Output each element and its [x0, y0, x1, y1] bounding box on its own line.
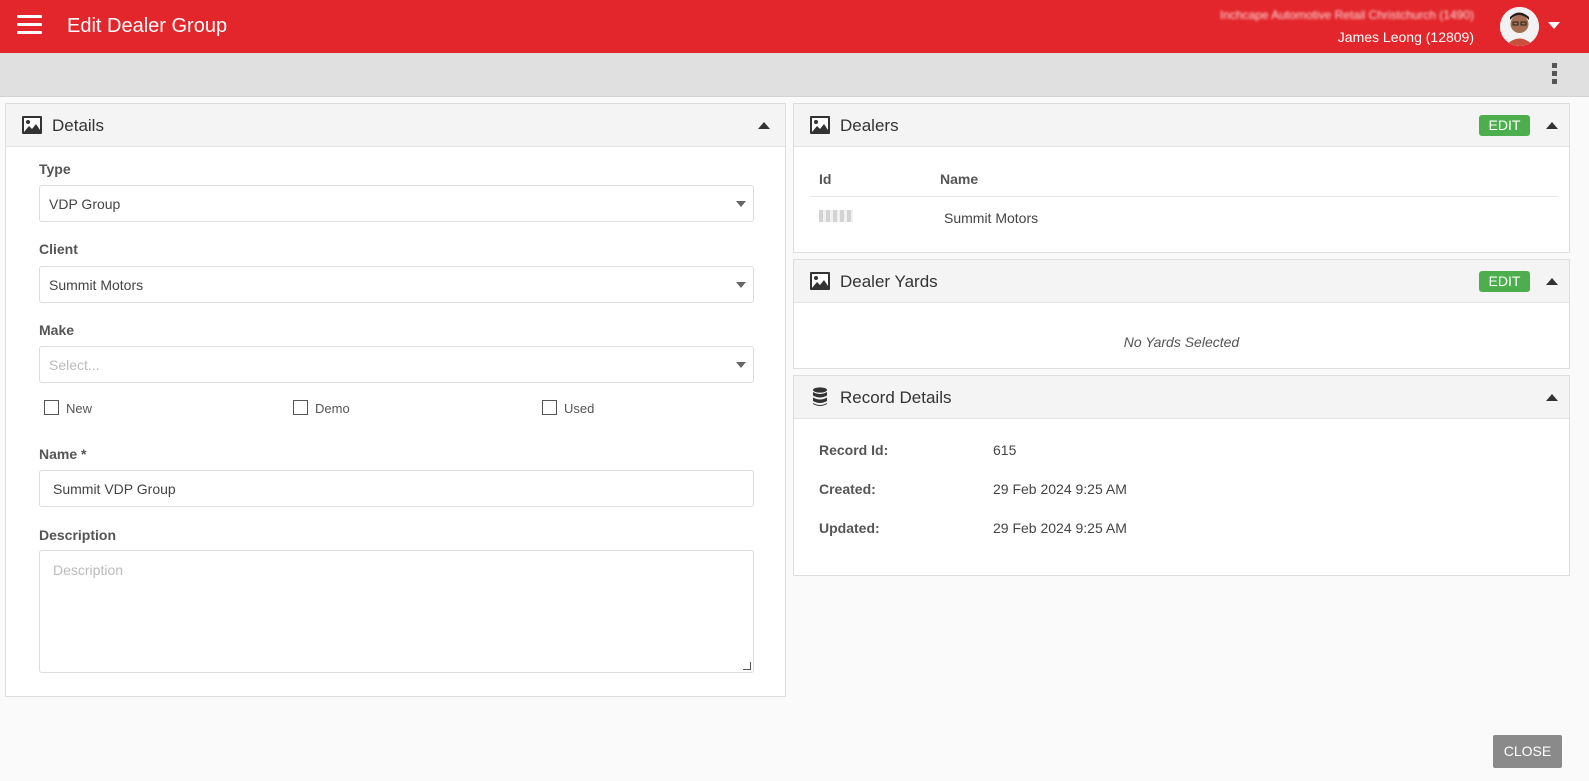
resize-handle[interactable]	[743, 662, 751, 670]
updated-value: 29 Feb 2024 9:25 AM	[993, 520, 1127, 536]
collapse-dealers-icon[interactable]	[1546, 122, 1558, 129]
checkbox-box[interactable]	[44, 400, 59, 415]
chevron-down-icon	[736, 282, 746, 288]
image-icon	[22, 116, 42, 134]
created-value: 29 Feb 2024 9:25 AM	[993, 481, 1127, 497]
page-title: Edit Dealer Group	[67, 15, 228, 37]
type-select[interactable]: VDP Group	[39, 185, 754, 222]
image-icon	[810, 116, 830, 134]
hamburger-menu-icon[interactable]	[17, 15, 42, 35]
user-menu-caret-icon[interactable]	[1548, 22, 1560, 29]
close-button[interactable]: CLOSE	[1493, 735, 1562, 768]
edit-dealers-button[interactable]: EDIT	[1479, 115, 1530, 136]
edit-dealer-yards-button[interactable]: EDIT	[1479, 271, 1530, 292]
collapse-details-icon[interactable]	[758, 122, 770, 129]
dealer-name-cell: Summit Motors	[944, 210, 1039, 226]
client-label: Client	[39, 241, 78, 257]
description-label: Description	[39, 527, 117, 543]
description-textarea[interactable]: Description	[39, 550, 754, 673]
avatar[interactable]	[1500, 7, 1539, 46]
demo-checkbox-label: Demo	[315, 401, 350, 416]
toolbar	[0, 53, 1589, 97]
type-select-value: VDP Group	[49, 196, 121, 212]
dealers-panel: Dealers EDIT Id Name Summit Motors	[793, 103, 1570, 253]
make-select-placeholder: Select...	[49, 357, 100, 373]
name-input[interactable]: Summit VDP Group	[39, 470, 754, 507]
dealers-panel-title: Dealers	[840, 116, 899, 135]
used-checkbox-label: Used	[564, 401, 595, 416]
top-bar: Edit Dealer Group Inchcape Automotive Re…	[0, 0, 1589, 53]
record-details-panel-header[interactable]: Record Details	[794, 376, 1569, 419]
organisation-label: Inchcape Automotive Retail Christchurch …	[1219, 8, 1474, 22]
name-input-value: Summit VDP Group	[53, 481, 176, 497]
collapse-dealer-yards-icon[interactable]	[1546, 278, 1558, 285]
chevron-down-icon	[736, 362, 746, 368]
column-header-id[interactable]: Id	[819, 171, 831, 187]
record-details-panel: Record Details Record Id: 615 Created: 2…	[793, 375, 1570, 576]
column-header-name[interactable]: Name	[940, 171, 978, 187]
checkbox-box[interactable]	[542, 400, 557, 415]
dealer-yards-panel: Dealer Yards EDIT No Yards Selected	[793, 259, 1570, 369]
record-id-value: 615	[993, 442, 1017, 458]
updated-label: Updated:	[819, 520, 880, 536]
details-panel: Details Type VDP Group Client Summit Mot…	[5, 103, 786, 697]
dealers-panel-header[interactable]: Dealers EDIT	[794, 104, 1569, 147]
user-name: James Leong (12809)	[1337, 29, 1474, 45]
make-select[interactable]: Select...	[39, 346, 754, 383]
image-icon	[810, 272, 830, 290]
make-label: Make	[39, 322, 75, 338]
details-panel-header[interactable]: Details	[6, 104, 785, 147]
dealer-id-redacted	[819, 210, 853, 222]
dealer-yards-panel-header[interactable]: Dealer Yards EDIT	[794, 260, 1569, 303]
details-panel-title: Details	[52, 116, 104, 135]
dealer-yards-panel-title: Dealer Yards	[840, 272, 938, 291]
database-icon	[813, 387, 827, 406]
client-select-value: Summit Motors	[49, 277, 144, 293]
description-placeholder: Description	[53, 562, 124, 578]
record-details-panel-title: Record Details	[840, 388, 952, 407]
checkbox-box[interactable]	[293, 400, 308, 415]
record-id-label: Record Id:	[819, 442, 889, 458]
empty-state-message: No Yards Selected	[1123, 334, 1240, 350]
client-select[interactable]: Summit Motors	[39, 266, 754, 303]
created-label: Created:	[819, 481, 876, 497]
chevron-down-icon	[736, 201, 746, 207]
type-label: Type	[39, 161, 71, 177]
new-checkbox-label: New	[66, 401, 93, 416]
name-label: Name *	[39, 446, 87, 462]
collapse-record-details-icon[interactable]	[1546, 394, 1558, 401]
table-divider	[810, 196, 1558, 197]
kebab-icon[interactable]	[1550, 63, 1558, 87]
